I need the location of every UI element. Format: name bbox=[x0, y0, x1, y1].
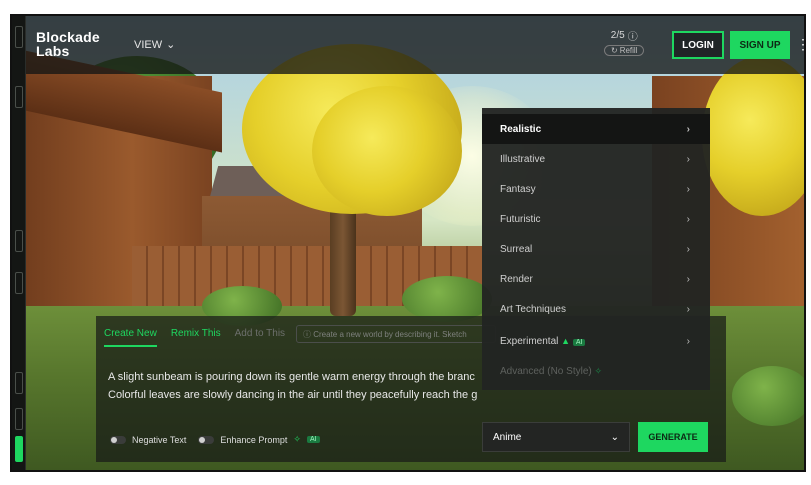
refill-label: Refill bbox=[619, 46, 638, 55]
sparkle-icon: ✧ bbox=[293, 434, 301, 444]
style-option-render[interactable]: Render › bbox=[482, 264, 710, 294]
enhance-prompt-toggle[interactable]: Enhance Prompt ✧ AI bbox=[198, 434, 320, 445]
prompt-hint: ⓘ Create a new world by describing it. S… bbox=[296, 325, 496, 343]
style-option-art-techniques[interactable]: Art Techniques › bbox=[482, 294, 710, 324]
rail-button[interactable] bbox=[15, 26, 23, 48]
style-option-experimental[interactable]: Experimental ▲ AI › bbox=[482, 326, 710, 356]
app-window: Blockade Labs VIEW ⌄ 2/5 ⓘ ↻ Refill LOGI… bbox=[10, 14, 806, 472]
credits-indicator: 2/5 ⓘ ↻ Refill bbox=[604, 28, 645, 56]
chevron-right-icon: › bbox=[686, 123, 690, 135]
menu-item-label: Advanced (No Style) bbox=[500, 365, 592, 377]
prompt-textarea[interactable]: A slight sunbeam is pouring down its gen… bbox=[108, 368, 488, 404]
chevron-right-icon: › bbox=[686, 153, 690, 165]
style-select-value: Anime bbox=[493, 431, 522, 443]
menu-item-label: Surreal bbox=[500, 243, 533, 255]
ai-badge: AI bbox=[572, 338, 586, 346]
info-icon: ⓘ bbox=[303, 330, 314, 339]
chevron-right-icon: › bbox=[686, 273, 690, 285]
view-menu-button[interactable]: VIEW ⌄ bbox=[134, 38, 176, 52]
flask-icon: ▲ bbox=[561, 335, 571, 346]
rail-button[interactable] bbox=[15, 372, 23, 394]
sparkle-icon: ✧ bbox=[594, 365, 603, 376]
chevron-down-icon: ⌄ bbox=[166, 39, 176, 51]
prompt-line: A slight sunbeam is pouring down its gen… bbox=[108, 371, 475, 383]
chevron-right-icon: › bbox=[686, 243, 690, 255]
menu-item-label: Experimental bbox=[500, 335, 559, 347]
style-option-advanced[interactable]: Advanced (No Style) ✧ bbox=[482, 356, 710, 386]
login-button[interactable]: LOGIN bbox=[672, 31, 724, 59]
menu-item-label: Realistic bbox=[500, 123, 542, 135]
negative-text-label: Negative Text bbox=[132, 434, 187, 445]
style-select[interactable]: Anime ⌄ bbox=[482, 422, 630, 452]
view-label: VIEW bbox=[134, 38, 163, 51]
style-option-futuristic[interactable]: Futuristic › bbox=[482, 204, 710, 234]
rail-button-active[interactable] bbox=[15, 436, 23, 462]
refresh-icon: ↻ bbox=[611, 46, 618, 55]
prompt-line: Colorful leaves are slowly dancing in th… bbox=[108, 389, 478, 401]
menu-item-label: Art Techniques bbox=[500, 303, 566, 315]
rail-button[interactable] bbox=[15, 272, 23, 294]
top-bar: Blockade Labs VIEW ⌄ 2/5 ⓘ ↻ Refill LOGI… bbox=[26, 16, 804, 74]
credits-count: 2/5 bbox=[610, 30, 625, 41]
rail-button[interactable] bbox=[15, 86, 23, 108]
prompt-hint-text: Create a new world by describing it. Ske… bbox=[313, 330, 467, 339]
chevron-right-icon: › bbox=[686, 335, 690, 347]
brand-name-line1: Blockade bbox=[36, 29, 100, 45]
ai-badge: AI bbox=[306, 436, 320, 443]
enhance-prompt-label: Enhance Prompt bbox=[220, 434, 288, 445]
menu-item-label: Fantasy bbox=[500, 183, 536, 195]
scene-yellow-tree-canopy bbox=[312, 86, 462, 216]
prompt-options: Negative Text Enhance Prompt ✧ AI bbox=[110, 434, 320, 445]
left-toolbar bbox=[12, 16, 26, 470]
rail-button[interactable] bbox=[15, 408, 23, 430]
chevron-down-icon: ⌄ bbox=[610, 431, 619, 443]
rail-button[interactable] bbox=[15, 230, 23, 252]
chevron-right-icon: › bbox=[686, 183, 690, 195]
chevron-right-icon: › bbox=[686, 213, 690, 225]
toggle-switch[interactable] bbox=[198, 435, 215, 444]
prompt-tabs: Create New Remix This Add to This bbox=[104, 328, 285, 347]
style-option-realistic[interactable]: Realistic › bbox=[482, 114, 710, 144]
style-option-illustrative[interactable]: Illustrative › bbox=[482, 144, 710, 174]
tab-add-to-this[interactable]: Add to This bbox=[235, 328, 285, 347]
menu-item-label: Render bbox=[500, 273, 533, 285]
signup-button[interactable]: SIGN UP bbox=[730, 31, 790, 59]
info-icon[interactable]: ⓘ bbox=[628, 28, 638, 43]
scene-bush bbox=[732, 366, 804, 426]
generate-button[interactable]: GENERATE bbox=[638, 422, 708, 452]
brand-logo[interactable]: Blockade Labs bbox=[36, 30, 100, 58]
tab-remix-this[interactable]: Remix This bbox=[171, 328, 221, 347]
tab-create-new[interactable]: Create New bbox=[104, 328, 157, 347]
negative-text-toggle[interactable]: Negative Text bbox=[110, 435, 186, 445]
style-option-fantasy[interactable]: Fantasy › bbox=[482, 174, 710, 204]
style-option-surreal[interactable]: Surreal › bbox=[482, 234, 710, 264]
style-dropdown-menu: Realistic › Illustrative › Fantasy › Fut… bbox=[482, 108, 710, 390]
refill-button[interactable]: ↻ Refill bbox=[604, 45, 645, 56]
menu-item-label: Futuristic bbox=[500, 213, 541, 225]
menu-item-label: Illustrative bbox=[500, 153, 546, 165]
toggle-switch[interactable] bbox=[110, 435, 126, 444]
brand-name-line2: Labs bbox=[36, 43, 70, 59]
more-options-icon[interactable]: ⋮ bbox=[796, 36, 804, 53]
chevron-right-icon: › bbox=[686, 303, 690, 315]
